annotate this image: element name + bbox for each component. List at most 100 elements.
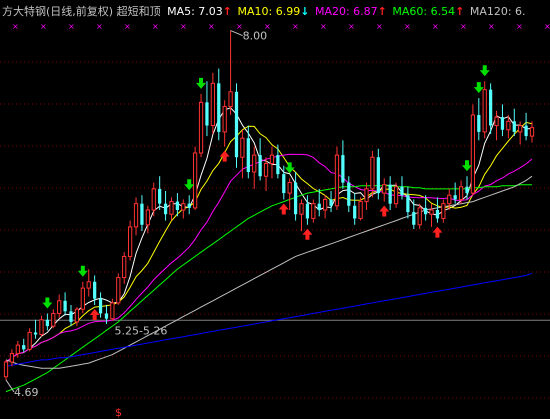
candle-body-down: [500, 117, 505, 130]
ma10-legend: MA10: 6.99: [237, 5, 301, 18]
period-marker: ×: [516, 22, 523, 31]
candle-body-up: [27, 331, 32, 350]
candlestick-chart[interactable]: × × × × × × × × × × × × × × × × × × × × 8.00 4.69 5.25-5.26…: [0, 0, 550, 419]
candle-body-up: [116, 277, 121, 304]
candle-body-down: [388, 184, 392, 204]
candle-body-up: [252, 154, 257, 173]
sell-signal-arrow-icon: [196, 77, 207, 89]
candle-body-down: [93, 281, 97, 299]
candle-body-down: [341, 155, 345, 183]
candle-body-down: [258, 155, 262, 177]
candle-body-down: [293, 182, 298, 215]
candle-body-down: [276, 155, 280, 175]
candle-body-down: [453, 195, 457, 200]
candle-body-up: [110, 302, 115, 320]
candle-body-down: [45, 319, 49, 327]
candle-body-up: [151, 188, 156, 211]
candle-body-down: [140, 203, 144, 225]
period-marker: ×: [460, 22, 467, 31]
candle-body-up: [447, 194, 452, 205]
candle-body-down: [63, 300, 67, 312]
candle-body-up: [9, 353, 15, 363]
chart-title: 方大特钢(日线,前复权) 超短和顶: [2, 5, 161, 18]
candle-body-down: [205, 102, 209, 126]
period-marker: ×: [208, 22, 215, 31]
candle-body-up: [334, 154, 340, 207]
grid-layer: × × × × × × × × × × × × × × × × × × × ×: [0, 22, 550, 399]
candle-body-up: [518, 125, 523, 133]
candle-body-down: [282, 174, 286, 194]
candle-body-down: [347, 182, 351, 206]
candle-body-up: [80, 287, 85, 310]
high-price-label: 8.00: [243, 30, 268, 43]
ma60-legend: MA60: 6.54: [392, 5, 456, 18]
candle-body-up: [222, 106, 227, 133]
candle-body-up: [127, 226, 133, 257]
candle-body-up: [441, 203, 446, 219]
candle-body-up: [86, 281, 91, 289]
ma5-legend: MA5: 7.03: [167, 5, 223, 18]
buy-signal-arrow-icon: [278, 203, 289, 215]
candle-body-up: [192, 152, 198, 209]
period-marker: ×: [68, 22, 75, 31]
ma20-trend-icon: ↑: [377, 5, 387, 18]
high-pointer: [230, 30, 243, 37]
candle-body-up: [287, 182, 292, 194]
candle-body-up: [458, 186, 464, 200]
period-marker: ×: [40, 22, 47, 31]
candle-body-up: [311, 203, 316, 219]
candle-body-down: [22, 345, 26, 350]
candle-body-up: [3, 361, 9, 378]
candle-body-up: [15, 344, 20, 355]
period-marker: ×: [96, 22, 103, 31]
sell-signal-arrow-icon: [461, 160, 472, 172]
sell-signal-arrow-icon: [77, 265, 88, 277]
candle-body-up: [145, 209, 150, 226]
period-marker: ×: [404, 22, 411, 31]
low-price-label: 4.69: [14, 386, 39, 399]
buy-signal-arrow-icon: [432, 226, 443, 238]
ma10-trend-icon: ↓: [300, 5, 310, 18]
candle-body-up: [169, 201, 174, 215]
candle-body-up: [39, 319, 44, 336]
candle-body-down: [489, 89, 493, 126]
candle-body-down: [400, 186, 404, 196]
buy-signal-arrow-icon: [379, 205, 390, 217]
ma-line-ma250: [5, 272, 533, 367]
candle-body-down: [435, 210, 440, 219]
ma120-legend: MA120: 6.: [469, 5, 526, 18]
candle-body-up: [133, 203, 139, 228]
candle-body-down: [376, 157, 380, 194]
candle-body-down: [158, 188, 162, 204]
ma5-trend-icon: ↑: [222, 5, 233, 18]
candle-body-down: [353, 205, 357, 219]
period-marker: ×: [180, 22, 187, 31]
candle-body-down: [33, 332, 38, 335]
candle-body-up: [210, 82, 215, 127]
candle-body-up: [323, 198, 328, 211]
candle-body-down: [98, 298, 103, 314]
candle-body-down: [175, 201, 180, 210]
candle-body-up: [429, 209, 434, 215]
buy-signal-arrow-icon: [89, 309, 100, 320]
sell-signal-arrow-icon: [284, 162, 295, 174]
ma60-trend-icon: ↑: [455, 5, 465, 18]
candle-body-up: [358, 201, 363, 219]
candle-body-up: [529, 127, 535, 137]
sell-signal-arrow-icon: [42, 297, 53, 309]
candle-body-up: [370, 156, 375, 190]
candle-body-up: [393, 186, 399, 205]
candle-body-up: [263, 163, 269, 177]
period-marker: ×: [124, 22, 131, 31]
period-marker: ×: [292, 22, 299, 31]
period-marker: ×: [320, 22, 327, 31]
candle-body-down: [104, 313, 109, 319]
candle-body-down: [234, 91, 239, 158]
candle-body-up: [417, 207, 422, 226]
candle-body-down: [329, 199, 333, 206]
candle-body-down: [163, 203, 168, 215]
range-price-label: 5.25-5.26: [114, 324, 167, 337]
chart-header: 方大特钢(日线,前复权) 超短和顶 MA5: 7.03↑ MA10: 6.99↓…: [2, 3, 548, 18]
candle-body-up: [482, 89, 487, 133]
sell-signal-arrow-icon: [473, 82, 484, 94]
